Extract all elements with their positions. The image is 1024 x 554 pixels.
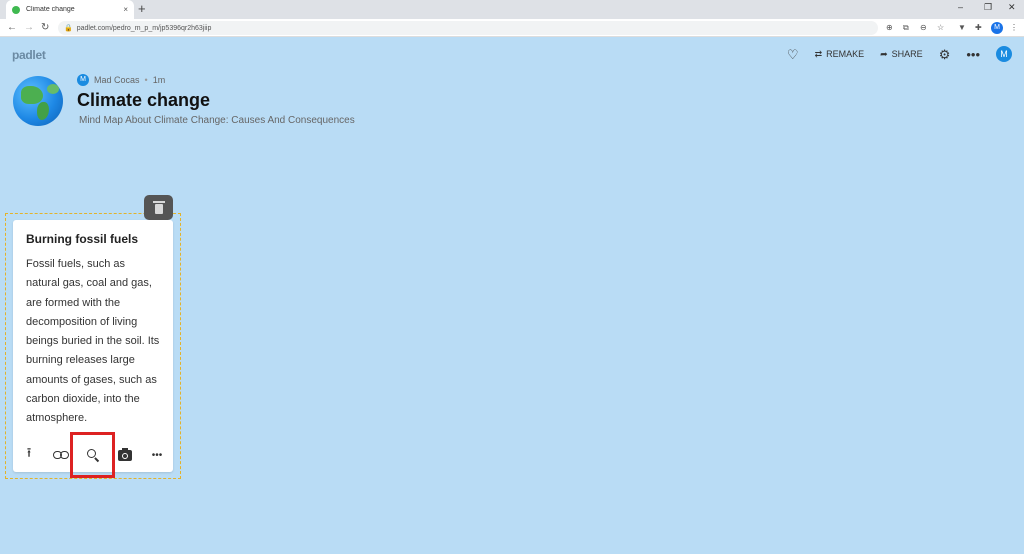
new-tab-button[interactable]: + bbox=[138, 2, 146, 16]
browser-tabbar: Climate change × + – ❐ ✕ bbox=[0, 0, 1024, 19]
bookmark-star-icon[interactable]: ☆ bbox=[937, 22, 944, 34]
camera-icon[interactable] bbox=[117, 447, 133, 463]
maximize-button[interactable]: ❐ bbox=[984, 2, 992, 13]
board-description: Mind Map About Climate Change: Causes An… bbox=[79, 115, 355, 126]
extension-icon[interactable]: ▼ bbox=[958, 22, 966, 34]
delete-post-button[interactable] bbox=[144, 195, 173, 220]
header-actions: ♡ ⇄ REMAKE ➦ SHARE ⚙ ••• M bbox=[787, 46, 1012, 62]
post-time: 1m bbox=[152, 75, 166, 85]
heart-icon[interactable]: ♡ bbox=[787, 48, 799, 61]
url-text: padlet.com/pedro_m_p_m/jp5396qr2h63jiip bbox=[76, 24, 212, 32]
more-options-icon[interactable]: ••• bbox=[149, 447, 165, 463]
trash-icon bbox=[152, 201, 165, 214]
share-label: SHARE bbox=[891, 49, 923, 59]
remake-icon: ⇄ bbox=[814, 48, 823, 59]
browser-profile-avatar[interactable]: M bbox=[991, 22, 1003, 34]
link-icon[interactable] bbox=[53, 447, 69, 463]
share-button[interactable]: ➦ SHARE bbox=[880, 49, 923, 60]
upload-icon[interactable]: ⭱ bbox=[21, 445, 37, 463]
post-title: Burning fossil fuels bbox=[26, 232, 139, 246]
tab-close-icon[interactable]: × bbox=[123, 5, 128, 14]
post-body: Fossil fuels, such as natural gas, coal … bbox=[26, 258, 160, 425]
reload-icon[interactable]: ↻ bbox=[41, 21, 49, 34]
highlight-box bbox=[70, 432, 115, 478]
board-globe-icon bbox=[13, 76, 63, 126]
remake-label: REMAKE bbox=[826, 49, 865, 59]
close-window-button[interactable]: ✕ bbox=[1008, 2, 1016, 13]
share-icon: ➦ bbox=[880, 48, 888, 59]
tab-title: Climate change bbox=[26, 6, 75, 13]
separator-dot: • bbox=[144, 75, 148, 85]
author-name: Mad Cocas bbox=[94, 75, 140, 85]
padlet-favicon-icon bbox=[12, 5, 20, 14]
forward-icon[interactable]: → bbox=[24, 21, 34, 34]
zoom-icon[interactable]: ⊖ bbox=[920, 22, 927, 34]
browser-tab[interactable]: Climate change × bbox=[6, 0, 134, 19]
padlet-logo[interactable]: padlet bbox=[12, 48, 46, 62]
user-avatar[interactable]: M bbox=[996, 46, 1012, 62]
url-bar[interactable]: 🔒 padlet.com/pedro_m_p_m/jp5396qr2h63jii… bbox=[58, 21, 878, 35]
gear-icon[interactable]: ⚙ bbox=[939, 48, 951, 61]
page-title: Climate change bbox=[77, 90, 211, 110]
cast-icon[interactable]: ⊕ bbox=[886, 22, 893, 34]
more-icon[interactable]: ••• bbox=[966, 48, 980, 61]
translate-icon[interactable]: ⧉ bbox=[903, 22, 909, 34]
remake-button[interactable]: ⇄ REMAKE bbox=[815, 49, 865, 60]
author-avatar[interactable]: M bbox=[77, 74, 89, 86]
back-icon[interactable]: ← bbox=[7, 21, 17, 34]
puzzle-icon[interactable]: ✚ bbox=[975, 22, 982, 34]
board-author: M Mad Cocas • 1m bbox=[77, 74, 165, 86]
browser-addressbar: ← → ↻ 🔒 padlet.com/pedro_m_p_m/jp5396qr2… bbox=[0, 19, 1024, 37]
browser-menu-icon[interactable]: ⋮ bbox=[1010, 22, 1018, 34]
minimize-button[interactable]: – bbox=[958, 2, 963, 12]
lock-icon: 🔒 bbox=[64, 25, 73, 32]
